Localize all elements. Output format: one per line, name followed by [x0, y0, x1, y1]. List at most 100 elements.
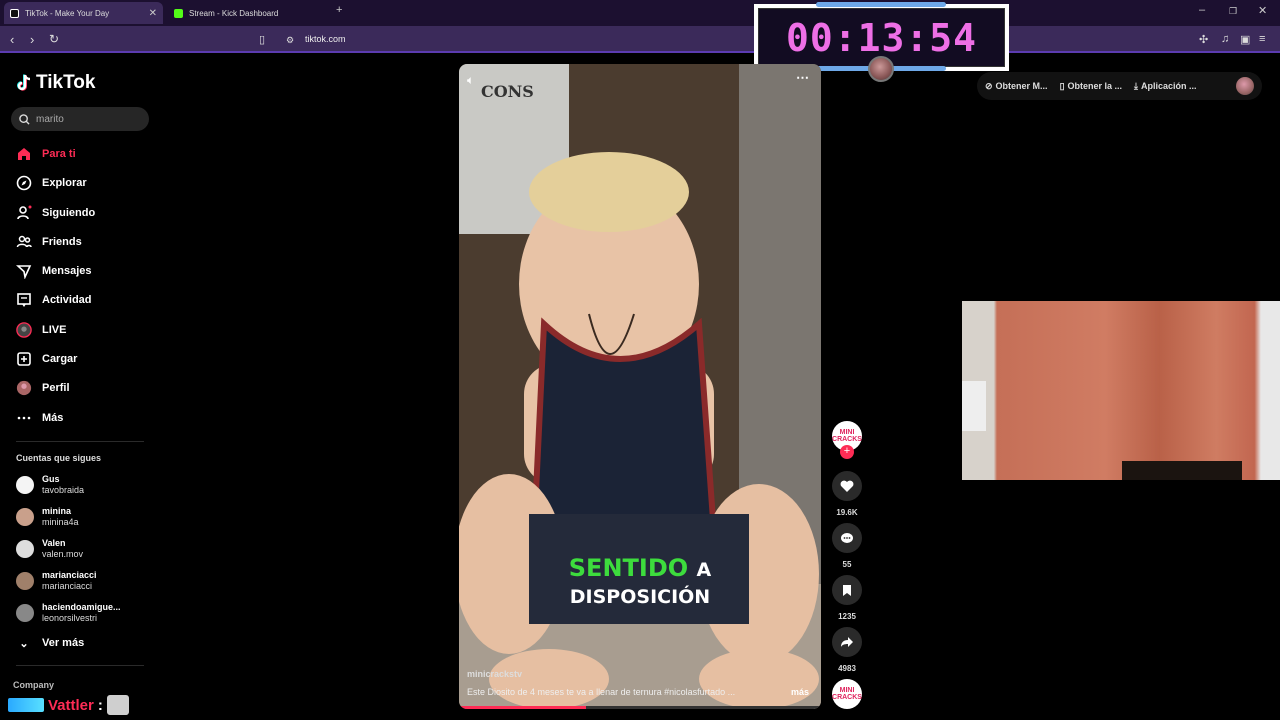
tiktok-note-icon — [17, 74, 31, 91]
site-info-icon[interactable]: ⚙ — [286, 35, 294, 46]
cat-emote-icon — [106, 695, 129, 715]
sidebar-item-explorar[interactable]: Explorar — [16, 173, 87, 193]
tiktok-logo[interactable]: TikTok — [16, 72, 95, 94]
video-progress-fill — [459, 706, 586, 709]
see-more-button[interactable]: ⌄ Ver más — [16, 633, 84, 653]
maximize-icon[interactable]: ❐ — [1229, 6, 1237, 17]
divider — [16, 441, 144, 442]
friends-icon — [16, 234, 32, 250]
share-count: 4983 — [838, 664, 856, 673]
account-avatar — [16, 540, 34, 558]
sidebar-item-perfil[interactable]: Perfil — [16, 378, 70, 398]
creator-avatar[interactable]: MINI CRACKS + — [832, 421, 862, 459]
live-icon — [16, 322, 32, 338]
search-icon — [19, 113, 30, 125]
caption-highlight: SENTIDO — [568, 554, 689, 582]
sidebar-item-más[interactable]: Más — [16, 408, 63, 428]
get-app-button[interactable]: ▯ Obtener la ... — [1060, 81, 1122, 92]
video-progress-bar[interactable] — [459, 706, 821, 709]
sidebar-item-cargar[interactable]: Cargar — [16, 349, 77, 369]
address-bar: ‹ › ↻ ▯ ⚙ tiktok.com ✣ ♫ ▣ ≡ — [0, 26, 1280, 53]
share-action[interactable]: 4983 — [832, 627, 862, 673]
like-action[interactable]: 19.6K — [832, 471, 862, 517]
comment-icon[interactable] — [832, 523, 862, 553]
logo-text: TikTok — [36, 72, 96, 93]
more-icon — [16, 410, 32, 426]
back-icon[interactable]: ‹ — [10, 32, 14, 47]
followed-account[interactable]: minina minina4a — [16, 506, 79, 528]
video-description: Este Diosito de 4 meses te va a llenar d… — [467, 687, 736, 697]
url-text[interactable]: tiktok.com — [305, 34, 346, 44]
video-top-text: CONS — [481, 82, 534, 101]
like-count: 19.6K — [836, 508, 858, 517]
webcam-object — [962, 381, 986, 431]
company-link[interactable]: Company — [13, 680, 54, 690]
get-app-label: Obtener la ... — [1067, 81, 1123, 91]
tab-kick[interactable]: Stream - Kick Dashboard — [168, 2, 328, 24]
download-label: Aplicación ... — [1141, 81, 1197, 91]
comment-action[interactable]: 55 — [832, 523, 862, 569]
account-handle: leonorsilvestri — [42, 613, 98, 623]
more-text-button[interactable]: más — [791, 687, 809, 697]
account-handle: tavobraida — [42, 485, 85, 495]
messages-icon — [16, 263, 32, 279]
sidebar-item-label: Más — [42, 412, 64, 424]
tab-title: Stream - Kick Dashboard — [189, 8, 279, 18]
menu-icon[interactable]: ≡ — [1259, 33, 1265, 45]
new-tab-icon[interactable]: + — [336, 4, 342, 16]
video-caption-line1: SENTIDO A — [459, 554, 821, 582]
tab-tiktok[interactable]: TikTok - Make Your Day ✕ — [4, 2, 163, 24]
reload-icon[interactable]: ↻ — [49, 32, 59, 46]
music-icon[interactable]: ♫ — [1221, 33, 1229, 45]
sidebar-item-label: Cargar — [42, 353, 78, 365]
coin-icon: ⊘ — [985, 80, 993, 91]
followed-account[interactable]: Gus tavobraida — [16, 474, 84, 496]
extensions-icon[interactable]: ✣ — [1199, 33, 1208, 46]
chat-badges-icon — [8, 698, 44, 712]
window-close-icon[interactable]: ✕ — [1258, 4, 1267, 17]
followed-account[interactable]: haciendoamigue... leonorsilvestri — [16, 602, 121, 624]
sidebar-item-live[interactable]: LIVE — [16, 320, 66, 340]
kick-favicon-icon — [174, 8, 183, 18]
bookmark-icon[interactable] — [832, 575, 862, 605]
followed-account[interactable]: Valen valen.mov — [16, 538, 83, 560]
account-handle: minina4a — [42, 517, 79, 527]
phone-icon: ▯ — [1059, 80, 1065, 91]
account-avatar — [16, 572, 34, 590]
account-avatar — [16, 604, 34, 622]
video-frame — [459, 64, 821, 709]
save-action[interactable]: 1235 — [832, 575, 862, 621]
account-name: Valen — [42, 538, 66, 548]
video-caption-line2: DISPOSICIÓN — [569, 586, 711, 608]
video-player[interactable]: CONS 🔈︎ ⋯ SENTIDO A DISPOSICIÓN minicrac… — [459, 64, 821, 709]
sidebar-item-label: Siguiendo — [42, 207, 96, 219]
minimize-icon[interactable]: – — [1199, 4, 1205, 16]
wallet-icon[interactable]: ▣ — [1240, 33, 1250, 46]
sidebar-item-para-ti[interactable]: Para ti — [16, 144, 76, 164]
sidebar-item-label: Explorar — [42, 177, 87, 189]
download-app-button[interactable]: ⤓ Aplicación ... — [1134, 81, 1197, 92]
share-icon[interactable] — [832, 627, 862, 657]
followed-account[interactable]: marianciacci marianciacci — [16, 570, 97, 592]
user-avatar[interactable] — [1236, 77, 1254, 95]
video-author[interactable]: minicrackstv — [467, 669, 522, 679]
close-tab-icon[interactable]: ✕ — [149, 8, 157, 19]
heart-icon[interactable] — [832, 471, 862, 501]
account-name: minina — [42, 506, 72, 516]
more-options-icon[interactable]: ⋯ — [796, 70, 809, 86]
sidebar-item-siguiendo[interactable]: Siguiendo — [16, 203, 95, 223]
get-coins-button[interactable]: ⊘ Obtener M... — [985, 81, 1048, 92]
sidebar-item-mensajes[interactable]: Mensajes — [16, 261, 92, 281]
follow-plus-icon[interactable]: + — [840, 445, 854, 459]
sound-disc[interactable]: MINI CRACKS — [832, 679, 862, 709]
sidebar-item-friends[interactable]: Friends — [16, 232, 82, 252]
screen: TikTok - Make Your Day ✕ Stream - Kick D… — [0, 0, 1280, 720]
search-box[interactable] — [11, 107, 149, 131]
sidebar-item-actividad[interactable]: Actividad — [16, 290, 92, 310]
forward-icon[interactable]: › — [30, 32, 34, 47]
bookmark-icon[interactable]: ▯ — [259, 33, 265, 46]
search-input[interactable] — [36, 113, 136, 125]
volume-icon[interactable]: 🔈︎ — [467, 73, 474, 88]
top-header-actions: ⊘ Obtener M... ▯ Obtener la ... ⤓ Aplicació… — [977, 72, 1262, 100]
save-count: 1235 — [838, 612, 856, 621]
